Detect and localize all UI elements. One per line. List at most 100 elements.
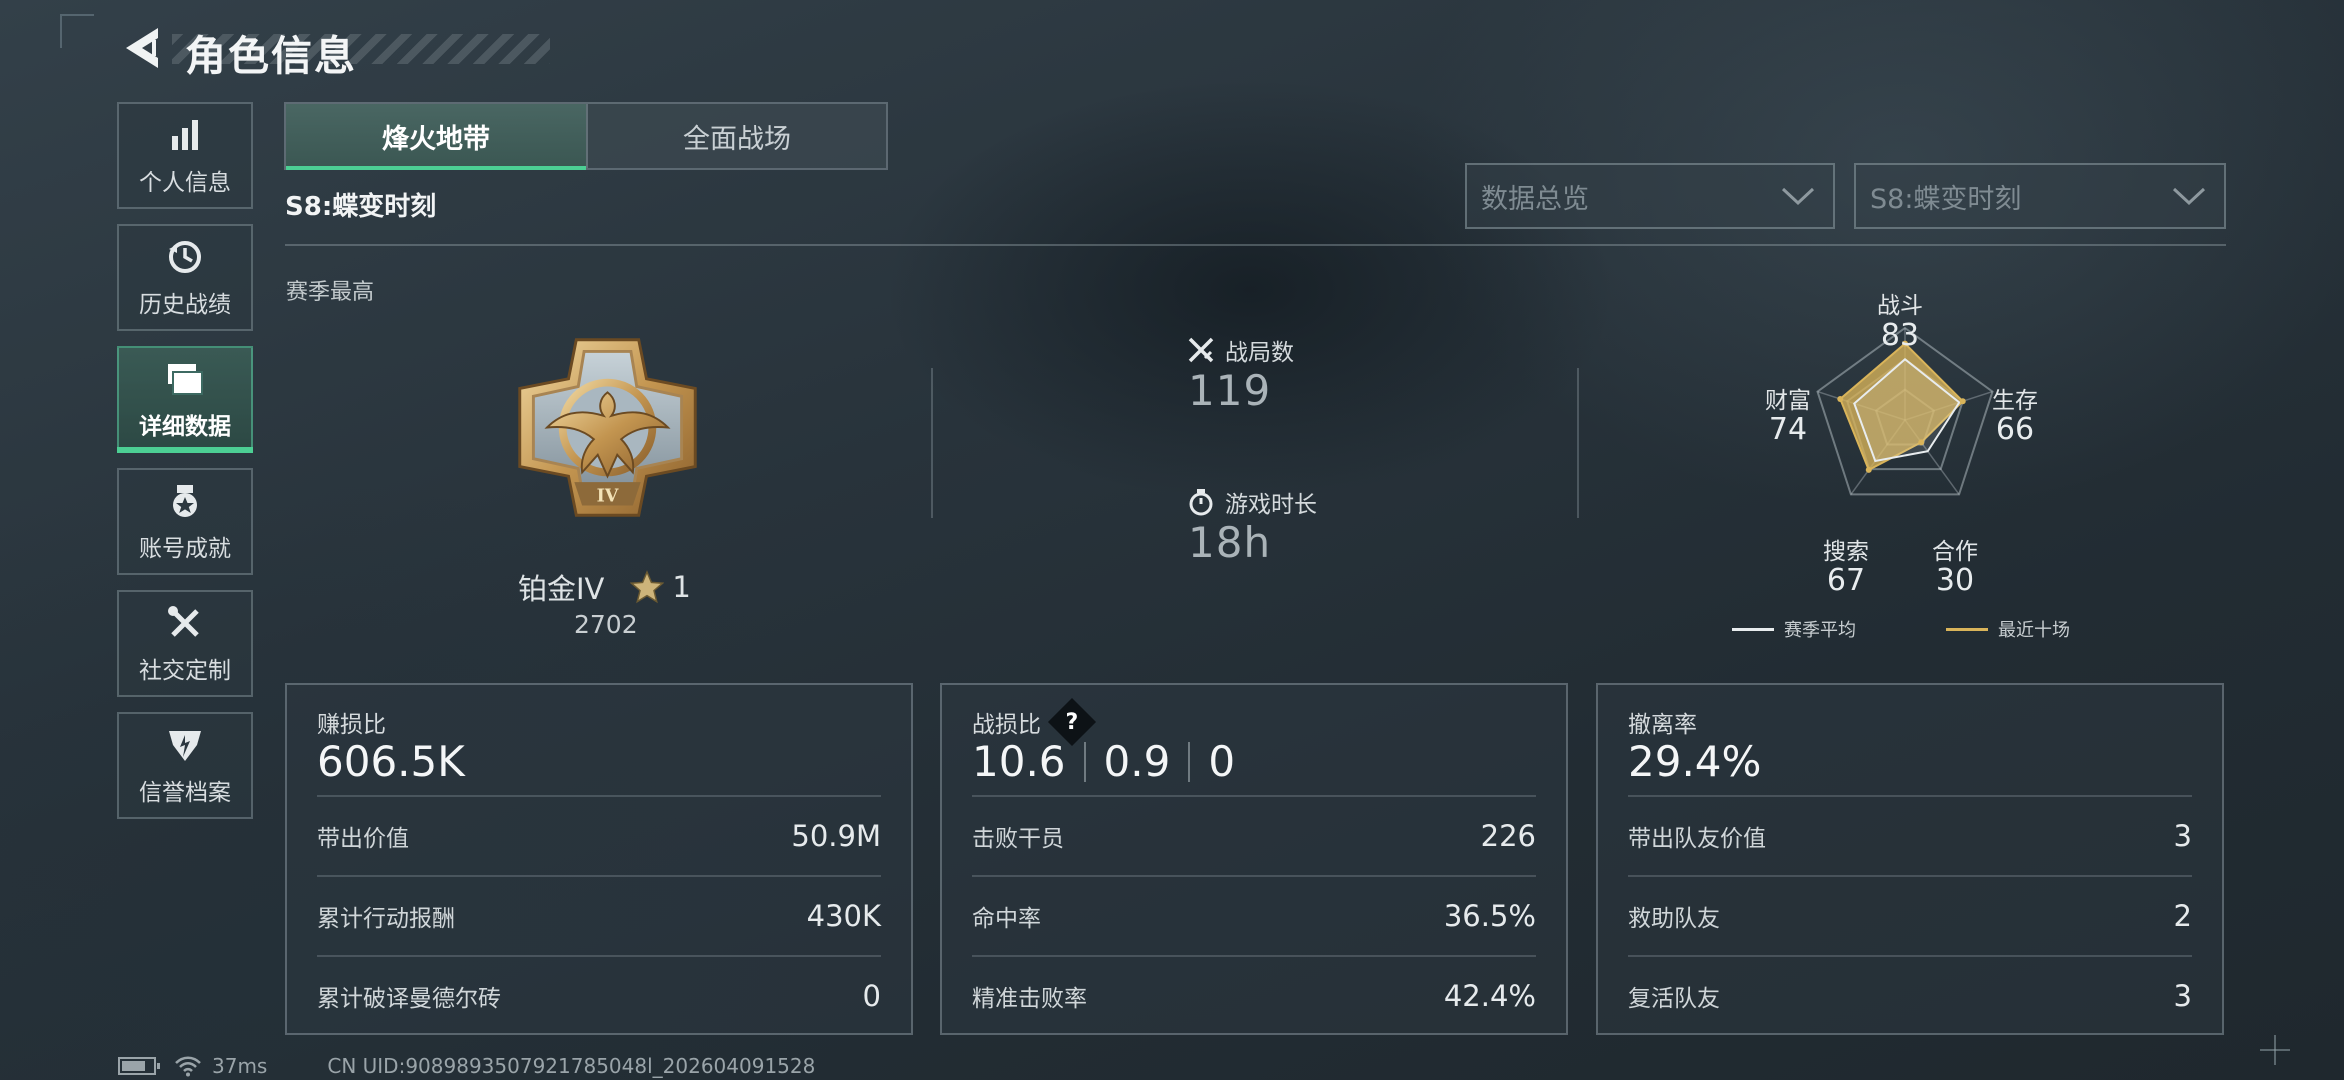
achievement-medal-icon bbox=[165, 481, 205, 521]
card-main-value: 606.5K bbox=[317, 737, 465, 786]
row-label: 命中率 bbox=[972, 906, 1041, 932]
sidebar: 个人信息 历史战绩 详细数据 账号成就 社交定制 信誉档案 bbox=[117, 102, 253, 834]
data-overview-dropdown[interactable]: 数据总览 bbox=[1465, 163, 1835, 229]
sidebar-item-personal-info[interactable]: 个人信息 bbox=[117, 102, 253, 209]
radar-point bbox=[1837, 395, 1844, 402]
card-title: 赚损比 bbox=[317, 712, 386, 738]
row-label: 复活队友 bbox=[1628, 986, 1720, 1012]
bar-chart-icon bbox=[165, 115, 205, 155]
rank-score: 2702 bbox=[574, 610, 638, 639]
star-icon bbox=[630, 570, 665, 604]
card-row: 救助队友 2 bbox=[1628, 875, 2192, 955]
season-select-dropdown[interactable]: S8:蝶变时刻 bbox=[1854, 163, 2226, 229]
status-footer: 37ms CN UID:9089893507921785048l_2026040… bbox=[118, 1054, 815, 1078]
row-label: 累计行动报酬 bbox=[317, 906, 455, 932]
row-value: 42.4% bbox=[1443, 979, 1536, 1013]
sidebar-item-detailed-data[interactable]: 详细数据 bbox=[117, 346, 253, 453]
season-best-label: 赛季最高 bbox=[286, 280, 375, 305]
credit-shield-icon bbox=[165, 725, 205, 765]
row-value: 50.9M bbox=[791, 819, 881, 853]
sidebar-item-history[interactable]: 历史战绩 bbox=[117, 224, 253, 331]
radar-label-search: 搜索 bbox=[1823, 539, 1869, 565]
row-value: 3 bbox=[2173, 979, 2192, 1013]
radar-value-search: 67 bbox=[1826, 563, 1866, 598]
column-divider bbox=[931, 368, 933, 518]
section-divider bbox=[285, 244, 2226, 246]
tab-warzone-extraction[interactable]: 烽火地带 bbox=[286, 104, 586, 170]
column-divider bbox=[1577, 368, 1579, 518]
card-row: 复活队友 3 bbox=[1628, 955, 2192, 1035]
legend-label: 赛季平均 bbox=[1784, 620, 1856, 641]
tab-full-battlefield[interactable]: 全面战场 bbox=[586, 104, 886, 168]
legend-swatch bbox=[1732, 627, 1774, 631]
card-title: 撤离率 bbox=[1628, 712, 1697, 738]
kd-card: 战损比 ? 10.6 0.9 0 击败干员 226 命中率 36.5% 精准击败… bbox=[940, 683, 1568, 1035]
radar-label-survival: 生存 bbox=[1992, 388, 2038, 414]
legend-recent-ten: 最近十场 bbox=[1946, 616, 2070, 642]
row-label: 击败干员 bbox=[972, 826, 1064, 852]
back-arrow-icon bbox=[126, 28, 158, 68]
radar-point bbox=[1918, 439, 1925, 446]
playtime-label-text: 游戏时长 bbox=[1225, 492, 1317, 518]
row-value: 0 bbox=[862, 979, 881, 1013]
rank-stars: 1 bbox=[672, 570, 691, 604]
season-title: S8:蝶变时刻 bbox=[285, 192, 437, 222]
card-row: 命中率 36.5% bbox=[972, 875, 1536, 955]
profit-card: 赚损比 606.5K 带出价值 50.9M 累计行动报酬 430K 累计破译曼德… bbox=[285, 683, 913, 1035]
battery-icon bbox=[118, 1057, 160, 1075]
radar-value-cooperation: 30 bbox=[1935, 563, 1975, 598]
card-title-text: 战损比 bbox=[972, 712, 1041, 738]
chevron-down-icon bbox=[2172, 187, 2206, 206]
sidebar-item-label: 详细数据 bbox=[139, 413, 231, 440]
folder-stack-icon bbox=[165, 359, 205, 399]
card-row: 累计行动报酬 430K bbox=[317, 875, 881, 955]
radar-point bbox=[1865, 466, 1872, 473]
sidebar-item-social-custom[interactable]: 社交定制 bbox=[117, 590, 253, 697]
row-label: 带出队友价值 bbox=[1628, 826, 1766, 852]
dropdown-value: 数据总览 bbox=[1481, 183, 1589, 215]
crosshair-mark bbox=[2260, 1035, 2290, 1065]
radar-point bbox=[1959, 398, 1966, 405]
row-label: 带出价值 bbox=[317, 826, 409, 852]
uid-text: CN UID:9089893507921785048l_202604091528 bbox=[327, 1054, 816, 1078]
card-title: 战损比 ? bbox=[972, 697, 1097, 747]
row-value: 430K bbox=[806, 899, 881, 933]
row-value: 3 bbox=[2173, 819, 2192, 853]
corner-frame-mark bbox=[60, 14, 94, 48]
sidebar-item-achievements[interactable]: 账号成就 bbox=[117, 468, 253, 575]
row-label: 精准击败率 bbox=[972, 986, 1087, 1012]
radar-value-wealth: 74 bbox=[1768, 412, 1808, 447]
card-row: 带出队友价值 3 bbox=[1628, 795, 2192, 875]
history-clock-icon bbox=[165, 237, 205, 277]
row-value: 36.5% bbox=[1443, 899, 1536, 933]
row-label: 救助队友 bbox=[1628, 906, 1720, 932]
legend-season-avg: 赛季平均 bbox=[1732, 616, 1856, 642]
ping-value: 37ms bbox=[212, 1054, 268, 1078]
row-value: 226 bbox=[1480, 819, 1536, 853]
card-main-value: 10.6 0.9 0 bbox=[972, 737, 1235, 786]
sidebar-item-label: 社交定制 bbox=[139, 657, 231, 684]
page-title: 角色信息 bbox=[185, 32, 357, 80]
row-label: 累计破译曼德尔砖 bbox=[317, 986, 501, 1012]
wifi-icon bbox=[175, 1056, 201, 1077]
back-button[interactable] bbox=[112, 20, 172, 76]
chevron-down-icon bbox=[1781, 187, 1815, 206]
kd-tertiary: 0 bbox=[1208, 737, 1236, 786]
card-row: 带出价值 50.9M bbox=[317, 795, 881, 875]
value-separator bbox=[1188, 741, 1191, 782]
card-row: 精准击败率 42.4% bbox=[972, 955, 1536, 1035]
card-main-value: 29.4% bbox=[1628, 737, 1762, 786]
sidebar-item-label: 历史战绩 bbox=[139, 291, 231, 318]
rank-line: 铂金IV 1 bbox=[518, 566, 691, 608]
sidebar-item-label: 个人信息 bbox=[139, 169, 231, 196]
row-value: 2 bbox=[2173, 899, 2192, 933]
medal-numeral: IV bbox=[597, 487, 619, 507]
sidebar-item-label: 账号成就 bbox=[139, 535, 231, 562]
radar-label-combat: 战斗 bbox=[1877, 293, 1923, 319]
card-row: 击败干员 226 bbox=[972, 795, 1536, 875]
sidebar-item-label: 信誉档案 bbox=[139, 779, 231, 806]
radar-value-combat: 83 bbox=[1880, 318, 1920, 353]
radar-value-survival: 66 bbox=[1995, 412, 2035, 447]
stopwatch-icon bbox=[1187, 488, 1215, 516]
sidebar-item-credit-profile[interactable]: 信誉档案 bbox=[117, 712, 253, 819]
